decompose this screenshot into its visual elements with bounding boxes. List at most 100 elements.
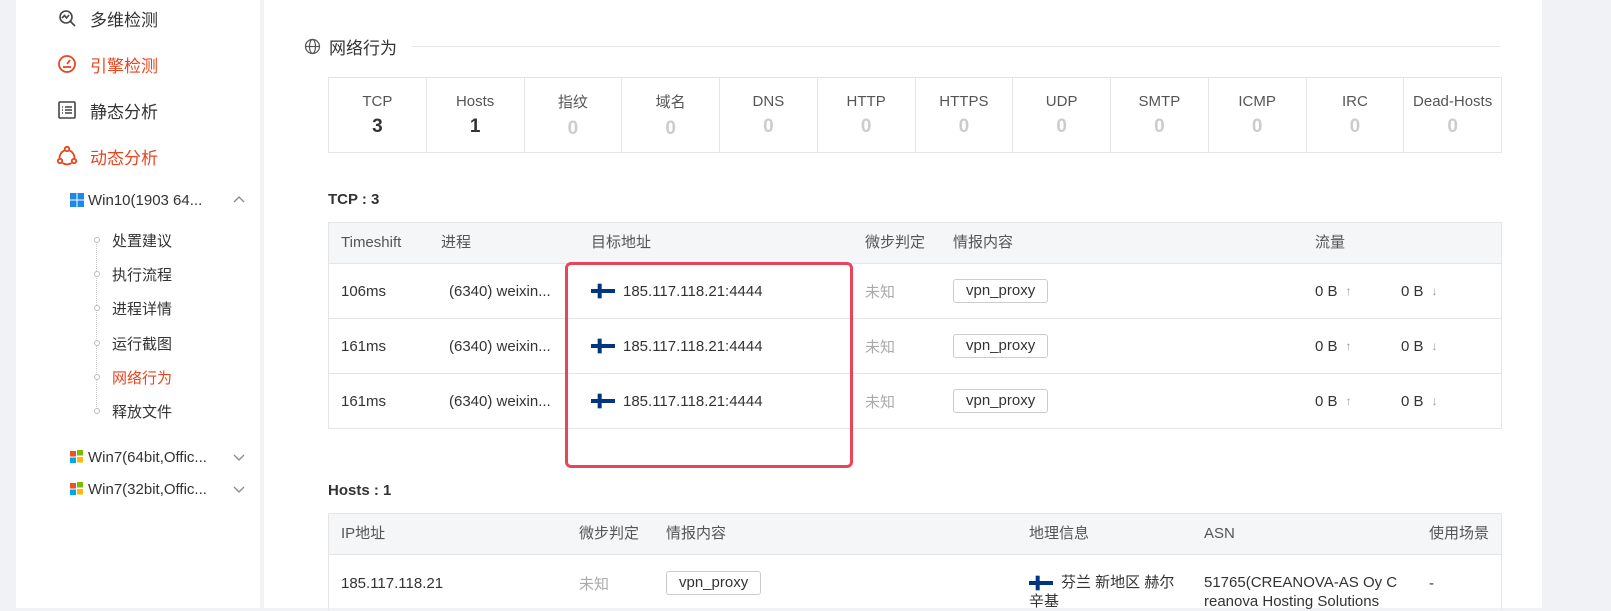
col-scene: 使用场景 <box>1429 525 1490 542</box>
cell-verdict: 未知 <box>865 338 896 356</box>
nav-item-multi-detect[interactable]: 多维检测 <box>56 4 158 32</box>
nav-item-dynamic-analysis[interactable]: 动态分析 <box>56 142 158 170</box>
intel-tag[interactable]: vpn_proxy <box>953 334 1049 358</box>
stat-smtp[interactable]: SMTP 0 <box>1111 78 1209 152</box>
down-value: 0 B <box>1401 337 1424 355</box>
cell-timeshift: 161ms <box>341 392 387 410</box>
leaf-process-detail[interactable]: 进程详情 <box>94 297 172 319</box>
stat-udp[interactable]: UDP 0 <box>1013 78 1111 152</box>
env-win7-64-toggle[interactable]: Win7(64bit,Offic... <box>70 446 252 468</box>
down-value: 0 B <box>1401 282 1424 300</box>
intel-tag[interactable]: vpn_proxy <box>953 389 1049 413</box>
cell-intel: vpn_proxy <box>666 555 762 611</box>
cell-up: 0 B ↑ <box>1315 374 1352 428</box>
leaf-label: 网络行为 <box>112 369 173 387</box>
finland-flag-icon <box>1029 575 1053 591</box>
chevron-down-icon <box>232 482 246 496</box>
list-doc-icon <box>56 99 78 121</box>
stat-label: IRC <box>1341 92 1368 110</box>
env-win10-toggle[interactable]: Win10(1903 64... <box>70 189 252 211</box>
stat-label: TCP <box>362 92 393 110</box>
cell-asn: 51765(CREANOVA-AS Oy C reanova Hosting So… <box>1204 573 1414 611</box>
nav-item-engine-detect[interactable]: 引擎检测 <box>56 50 158 78</box>
stat-value: 1 <box>469 115 481 137</box>
nav-label: 多维检测 <box>90 10 158 30</box>
leaf-disposal-advice[interactable]: 处置建议 <box>94 229 172 251</box>
up-value: 0 B <box>1315 282 1338 300</box>
cell-ip[interactable]: 185.117.118.21 <box>341 555 443 611</box>
leaf-screenshots[interactable]: 运行截图 <box>94 332 172 354</box>
stat-dns[interactable]: DNS 0 <box>720 78 818 152</box>
stat-value: 0 <box>958 115 970 137</box>
cell-geo: 芬兰 新地区 赫尔 辛基 <box>1029 573 1189 611</box>
col-verdict: 微步判定 <box>579 525 640 542</box>
col-timeshift: Timeshift <box>341 234 402 251</box>
cell-down: 0 B ↓ <box>1401 374 1438 428</box>
stat-hosts[interactable]: Hosts 1 <box>427 78 525 152</box>
sidebar: 多维检测 引擎检测 静态分析 动态分析 Win10(1903 64... 处置建… <box>16 0 260 608</box>
env-win7-32-toggle[interactable]: Win7(32bit,Offic... <box>70 478 252 500</box>
stat-domain[interactable]: 域名 0 <box>622 78 720 152</box>
geo-text-2: 辛基 <box>1029 593 1060 610</box>
stat-fingerprint[interactable]: 指纹 0 <box>525 78 623 152</box>
arrow-up-icon: ↑ <box>1345 284 1352 298</box>
cell-process[interactable]: (6340) weixin... <box>449 374 551 428</box>
leaf-exec-flow[interactable]: 执行流程 <box>94 263 172 285</box>
stat-label: Hosts <box>455 92 495 110</box>
cell-verdict: 未知 <box>579 575 610 593</box>
intel-tag[interactable]: vpn_proxy <box>953 279 1049 303</box>
stat-value: 0 <box>860 115 872 137</box>
stat-irc[interactable]: IRC 0 <box>1307 78 1405 152</box>
intel-tag[interactable]: vpn_proxy <box>666 571 762 595</box>
divider <box>412 46 1500 47</box>
highlight-box <box>565 262 853 468</box>
leaf-label: 运行截图 <box>112 335 173 353</box>
windows10-icon <box>70 193 84 207</box>
tree-dot <box>94 340 100 346</box>
down-value: 0 B <box>1401 392 1424 410</box>
stat-value: 3 <box>372 115 383 137</box>
stat-https[interactable]: HTTPS 0 <box>916 78 1014 152</box>
table-header: Timeshift 进程 目标地址 微步判定 情报内容 流量 <box>329 223 1501 264</box>
table-row[interactable]: 106ms (6340) weixin... 185.117.118.21:44… <box>329 264 1501 319</box>
cell-intel: vpn_proxy <box>953 319 1049 373</box>
stat-icmp[interactable]: ICMP 0 <box>1209 78 1307 152</box>
stat-label: 域名 <box>655 93 686 111</box>
table-row[interactable]: 161ms (6340) weixin... 185.117.118.21:44… <box>329 319 1501 374</box>
up-value: 0 B <box>1315 392 1338 410</box>
stat-tcp[interactable]: TCP 3 <box>329 78 427 152</box>
cell-intel: vpn_proxy <box>953 264 1049 318</box>
leaf-dropped-files[interactable]: 释放文件 <box>94 400 172 422</box>
cell-process[interactable]: (6340) weixin... <box>449 319 551 373</box>
col-traffic: 流量 <box>1315 234 1346 251</box>
stats-bar: TCP 3 Hosts 1 指纹 0 域名 0 DNS 0 HTTP 0 HTTPS 0 UD… <box>328 77 1502 153</box>
tree-dot <box>94 374 100 380</box>
stat-value: 0 <box>1056 115 1067 137</box>
table-row[interactable]: 161ms (6340) weixin... 185.117.118.21:44… <box>329 374 1501 428</box>
stat-label: SMTP <box>1138 92 1181 110</box>
chevron-up-icon <box>232 193 246 207</box>
stat-http[interactable]: HTTP 0 <box>818 78 916 152</box>
cell-intel: vpn_proxy <box>953 374 1049 428</box>
stat-dead-hosts[interactable]: Dead-Hosts 0 <box>1404 78 1501 152</box>
stat-label: ICMP <box>1238 92 1276 110</box>
leaf-network-behavior[interactable]: 网络行为 <box>94 366 172 388</box>
nav-label: 动态分析 <box>90 148 158 168</box>
arrow-up-icon: ↑ <box>1345 394 1352 408</box>
col-target: 目标地址 <box>591 234 652 251</box>
geo-text: 芬兰 新地区 赫尔 <box>1061 574 1175 591</box>
cell-process[interactable]: (6340) weixin... <box>449 264 551 318</box>
arrow-down-icon: ↓ <box>1431 339 1438 353</box>
asn-text-2: reanova Hosting Solutions <box>1204 593 1380 610</box>
tree-dot <box>94 305 100 311</box>
col-intel: 情报内容 <box>666 525 727 542</box>
nav-label: 静态分析 <box>90 102 158 122</box>
nav-item-static-analysis[interactable]: 静态分析 <box>56 96 158 124</box>
section-title-text: 网络行为 <box>329 38 397 58</box>
tcp-table: Timeshift 进程 目标地址 微步判定 情报内容 流量 106ms (63… <box>328 222 1502 429</box>
col-ip: IP地址 <box>341 525 386 542</box>
chevron-down-icon <box>232 450 246 464</box>
env-label: Win10(1903 64... <box>88 191 203 209</box>
stat-label: 指纹 <box>557 93 588 111</box>
table-row[interactable]: 185.117.118.21 未知 vpn_proxy 芬兰 新地区 赫尔 辛基 … <box>329 555 1501 611</box>
